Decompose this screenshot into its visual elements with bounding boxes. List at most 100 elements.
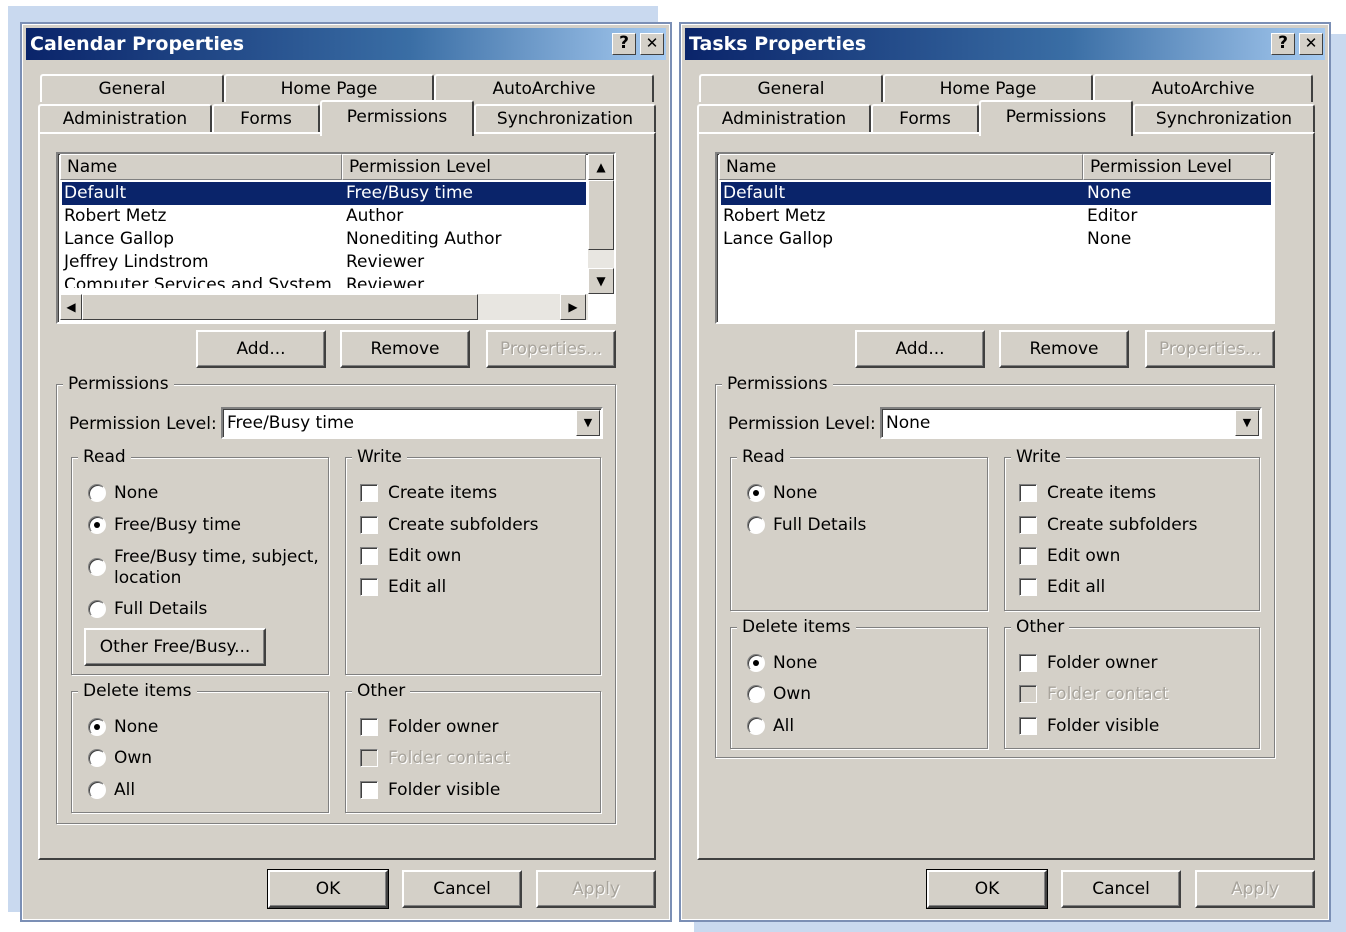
read-full-details-radio[interactable]: [88, 600, 106, 618]
read-none-label[interactable]: None: [114, 482, 158, 504]
edit-all-checkbox[interactable]: [360, 578, 378, 596]
edit-all-label[interactable]: Edit all: [388, 576, 446, 598]
tab-home-page[interactable]: Home Page: [883, 74, 1093, 102]
read-free-busy-radio[interactable]: [88, 516, 106, 534]
delete-none-label[interactable]: None: [773, 652, 817, 674]
list-item[interactable]: Default Free/Busy time: [62, 182, 586, 205]
tab-administration[interactable]: Administration: [38, 104, 212, 132]
folder-visible-checkbox[interactable]: [1019, 717, 1037, 735]
create-subfolders-label[interactable]: Create subfolders: [1047, 514, 1198, 536]
column-header-permission-level[interactable]: Permission Level: [1083, 154, 1271, 180]
delete-none-radio[interactable]: [747, 654, 765, 672]
read-full-details-radio[interactable]: [747, 516, 765, 534]
edit-all-label[interactable]: Edit all: [1047, 576, 1105, 598]
add-button[interactable]: Add...: [196, 330, 326, 368]
close-button[interactable]: ✕: [640, 33, 664, 55]
column-header-name[interactable]: Name: [719, 154, 1083, 180]
add-button[interactable]: Add...: [855, 330, 985, 368]
delete-none-radio[interactable]: [88, 718, 106, 736]
create-items-checkbox[interactable]: [360, 484, 378, 502]
read-free-busy-subject-label-line2[interactable]: location: [114, 567, 181, 589]
apply-button[interactable]: Apply: [1195, 870, 1315, 908]
folder-visible-label[interactable]: Folder visible: [388, 779, 500, 801]
list-item[interactable]: Default None: [721, 182, 1271, 205]
create-subfolders-label[interactable]: Create subfolders: [388, 514, 539, 536]
column-header-permission-level[interactable]: Permission Level: [342, 154, 586, 180]
folder-visible-label[interactable]: Folder visible: [1047, 715, 1159, 737]
delete-none-label[interactable]: None: [114, 716, 158, 738]
title-bar[interactable]: Tasks Properties ? ✕: [685, 28, 1325, 60]
edit-own-label[interactable]: Edit own: [388, 545, 461, 567]
properties-button[interactable]: Properties...: [486, 330, 616, 368]
tab-permissions[interactable]: Permissions: [320, 100, 474, 136]
delete-own-label[interactable]: Own: [114, 747, 152, 769]
permission-level-select[interactable]: None ▼: [880, 407, 1262, 439]
tab-home-page[interactable]: Home Page: [224, 74, 434, 102]
ok-button[interactable]: OK: [926, 869, 1048, 909]
read-full-details-label[interactable]: Full Details: [114, 598, 207, 620]
cancel-button[interactable]: Cancel: [402, 870, 522, 908]
read-free-busy-label[interactable]: Free/Busy time: [114, 514, 241, 536]
column-header-name[interactable]: Name: [60, 154, 342, 180]
read-free-busy-subject-label[interactable]: Free/Busy time, subject,: [114, 546, 319, 568]
remove-button[interactable]: Remove: [999, 330, 1129, 368]
horizontal-scroll-thumb[interactable]: [82, 294, 478, 320]
folder-contact-checkbox[interactable]: [360, 749, 378, 767]
vertical-scroll-thumb[interactable]: [588, 180, 614, 250]
tab-synchronization[interactable]: Synchronization: [1133, 104, 1315, 132]
folder-contact-label[interactable]: Folder contact: [388, 747, 510, 769]
delete-own-label[interactable]: Own: [773, 683, 811, 705]
edit-own-label[interactable]: Edit own: [1047, 545, 1120, 567]
remove-button[interactable]: Remove: [340, 330, 470, 368]
permissions-list[interactable]: Name Permission Level Default None Rober…: [715, 152, 1275, 324]
cancel-button[interactable]: Cancel: [1061, 870, 1181, 908]
ok-button[interactable]: OK: [267, 869, 389, 909]
edit-all-checkbox[interactable]: [1019, 578, 1037, 596]
permissions-list[interactable]: Name Permission Level Default Free/Busy …: [56, 152, 616, 324]
tab-administration[interactable]: Administration: [697, 104, 871, 132]
dropdown-button[interactable]: ▼: [576, 410, 600, 436]
create-subfolders-checkbox[interactable]: [1019, 516, 1037, 534]
delete-all-label[interactable]: All: [773, 715, 794, 737]
folder-owner-label[interactable]: Folder owner: [1047, 652, 1157, 674]
read-free-busy-subject-radio[interactable]: [88, 558, 106, 576]
properties-button[interactable]: Properties...: [1145, 330, 1275, 368]
title-bar[interactable]: Calendar Properties ? ✕: [26, 28, 666, 60]
delete-own-radio[interactable]: [88, 749, 106, 767]
tab-forms[interactable]: Forms: [212, 104, 320, 132]
delete-all-label[interactable]: All: [114, 779, 135, 801]
list-item[interactable]: Lance Gallop None: [721, 228, 1271, 251]
folder-contact-label[interactable]: Folder contact: [1047, 683, 1169, 705]
tab-autoarchive[interactable]: AutoArchive: [434, 74, 654, 102]
tab-synchronization[interactable]: Synchronization: [474, 104, 656, 132]
apply-button[interactable]: Apply: [536, 870, 656, 908]
other-free-busy-button[interactable]: Other Free/Busy...: [84, 628, 266, 666]
list-item[interactable]: Computer Services and System Reviewer: [62, 274, 586, 288]
tab-forms[interactable]: Forms: [871, 104, 979, 132]
list-item[interactable]: Robert Metz Editor: [721, 205, 1271, 228]
folder-owner-checkbox[interactable]: [360, 718, 378, 736]
tab-autoarchive[interactable]: AutoArchive: [1093, 74, 1313, 102]
read-full-details-label[interactable]: Full Details: [773, 514, 866, 536]
read-none-label[interactable]: None: [773, 482, 817, 504]
scroll-up-button[interactable]: ▲: [588, 154, 614, 180]
list-item[interactable]: Robert Metz Author: [62, 205, 586, 228]
create-items-label[interactable]: Create items: [1047, 482, 1156, 504]
permission-level-select[interactable]: Free/Busy time ▼: [221, 407, 603, 439]
dropdown-button[interactable]: ▼: [1235, 410, 1259, 436]
help-button[interactable]: ?: [1271, 33, 1295, 55]
scroll-right-button[interactable]: ▶: [560, 294, 586, 320]
folder-owner-label[interactable]: Folder owner: [388, 716, 498, 738]
folder-contact-checkbox[interactable]: [1019, 685, 1037, 703]
delete-own-radio[interactable]: [747, 685, 765, 703]
scroll-left-button[interactable]: ◀: [60, 294, 82, 320]
tab-permissions[interactable]: Permissions: [979, 100, 1133, 136]
read-none-radio[interactable]: [747, 484, 765, 502]
folder-visible-checkbox[interactable]: [360, 781, 378, 799]
help-button[interactable]: ?: [612, 33, 636, 55]
create-items-checkbox[interactable]: [1019, 484, 1037, 502]
delete-all-radio[interactable]: [747, 717, 765, 735]
close-button[interactable]: ✕: [1299, 33, 1323, 55]
list-item[interactable]: Lance Gallop Nonediting Author: [62, 228, 586, 251]
tab-general[interactable]: General: [699, 74, 883, 102]
